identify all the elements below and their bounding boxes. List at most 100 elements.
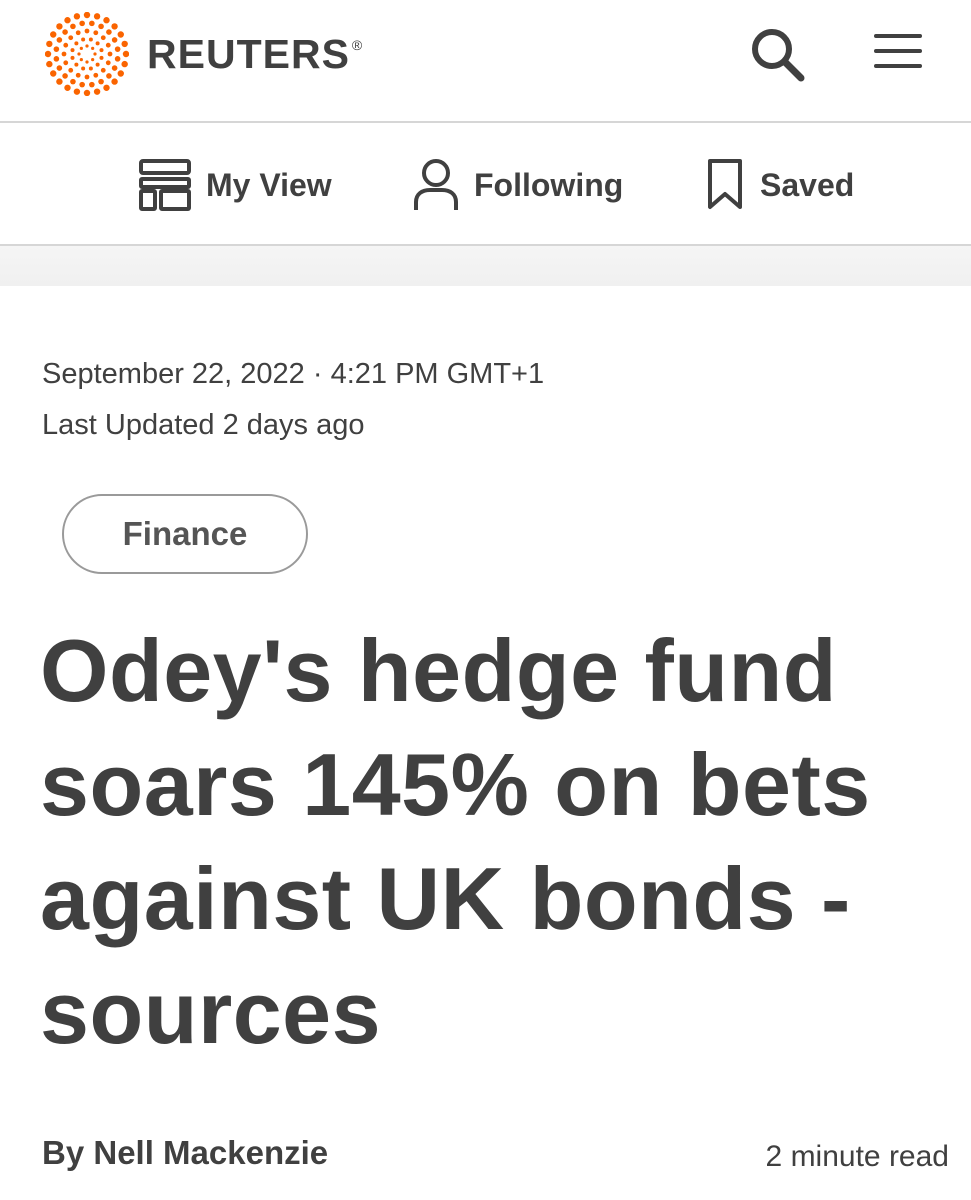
- logo-dot: [89, 81, 95, 88]
- logo-dot: [103, 17, 110, 24]
- logo-dot: [56, 23, 63, 30]
- logo-dot: [64, 17, 71, 24]
- search-icon: [752, 29, 805, 82]
- logo-dot: [64, 84, 71, 91]
- nav-following[interactable]: Following: [412, 157, 623, 213]
- logo-dot: [75, 72, 81, 78]
- nav-my-view-label: My View: [206, 166, 332, 203]
- logo-dot: [56, 78, 63, 85]
- logo-dot: [56, 37, 63, 43]
- category-tag[interactable]: Finance: [62, 494, 308, 574]
- logo-dot: [89, 20, 95, 27]
- logo-dot: [50, 31, 57, 38]
- logo-dot: [100, 35, 106, 41]
- logo-dot: [91, 58, 95, 62]
- article-headline: Odey's hedge fund soars 145% on bets aga…: [40, 621, 871, 1062]
- logo-dot: [111, 23, 118, 30]
- logo-dot: [81, 37, 86, 42]
- secondary-nav: My View Following Saved: [0, 123, 971, 246]
- logo-dot: [56, 65, 63, 71]
- logo-dot: [99, 55, 104, 60]
- logo-dot: [62, 73, 68, 79]
- logo-dot: [53, 46, 60, 52]
- logo-dot: [68, 35, 74, 41]
- logo-dot: [83, 12, 91, 19]
- logo-dot: [105, 42, 111, 48]
- logo-dot: [53, 56, 60, 62]
- logo-dot: [70, 78, 76, 85]
- logo-dot: [95, 62, 100, 67]
- logo-dot: [85, 44, 89, 48]
- nav-my-view[interactable]: My View: [138, 157, 332, 213]
- logo-dot: [74, 62, 79, 67]
- logo-dot: [107, 51, 113, 57]
- byline: By Nell Mackenzie: [42, 1134, 328, 1172]
- nav-following-label: Following: [474, 166, 624, 203]
- logo-dot: [70, 23, 76, 30]
- author-link[interactable]: Nell Mackenzie: [93, 1134, 328, 1171]
- logo-dot: [50, 70, 57, 77]
- logo-dot: [98, 78, 104, 85]
- divider-band: [0, 246, 971, 286]
- logo-dot: [61, 51, 67, 57]
- logo-dot: [70, 48, 75, 53]
- nav-saved-label: Saved: [760, 166, 855, 203]
- logo-dot: [46, 40, 53, 48]
- layout-icon: [139, 159, 191, 211]
- logo-dot: [73, 88, 81, 95]
- reuters-logo[interactable]: REUTERS ®: [45, 12, 363, 96]
- logo-dot: [99, 48, 104, 53]
- top-header: REUTERS ®: [0, 0, 971, 123]
- logo-dot: [121, 40, 128, 48]
- logo-dot: [111, 65, 118, 71]
- search-button[interactable]: [748, 25, 808, 85]
- published-date: September 22, 2022 · 4:21 PM GMT+1: [42, 358, 545, 390]
- logo-dot: [103, 84, 110, 91]
- logo-dot: [83, 89, 91, 96]
- logo-dot: [79, 46, 83, 50]
- logo-dot: [95, 41, 100, 46]
- read-time: 2 minute read: [765, 1140, 949, 1173]
- logo-dot: [93, 72, 99, 78]
- logo-dot: [46, 60, 53, 68]
- logo-dot: [117, 70, 124, 77]
- logo-dot: [98, 23, 104, 30]
- logo-dot: [74, 41, 79, 46]
- logo-dot: [70, 55, 75, 60]
- logo-dot: [62, 29, 68, 35]
- person-icon: [414, 159, 458, 210]
- nav-saved[interactable]: Saved: [706, 157, 854, 213]
- logo-dot: [106, 29, 112, 35]
- logo-dot: [117, 31, 124, 38]
- logo-dot: [93, 13, 101, 20]
- article-page: REUTERS ® My View Following Saved Septem…: [0, 0, 971, 1200]
- logo-dot: [93, 88, 101, 95]
- logo-dot: [114, 56, 121, 62]
- last-updated: Last Updated 2 days ago: [42, 409, 365, 441]
- logo-dot: [91, 46, 95, 50]
- logo-dot: [79, 20, 85, 27]
- logo-dot: [100, 67, 106, 73]
- brand-name: REUTERS ®: [147, 30, 364, 77]
- byline-prefix: By: [42, 1134, 94, 1171]
- logo-dot: [75, 30, 81, 36]
- menu-button[interactable]: [872, 30, 926, 74]
- logo-dot: [81, 66, 86, 71]
- logo-dot: [79, 81, 85, 88]
- logo-dot: [93, 30, 99, 36]
- logo-dot: [114, 46, 121, 52]
- logo-dot: [79, 58, 83, 62]
- logo-dot: [111, 78, 118, 85]
- logo-dot: [63, 60, 69, 66]
- logo-dot: [121, 60, 128, 68]
- logo-dot: [63, 42, 69, 48]
- reuters-logo-icon: [45, 12, 129, 96]
- hamburger-menu-icon: [874, 34, 922, 68]
- logo-dot: [111, 37, 118, 43]
- logo-dot: [84, 74, 90, 80]
- logo-dot: [85, 60, 89, 64]
- logo-dot: [73, 13, 81, 20]
- logo-dot: [84, 28, 90, 34]
- logo-dot: [106, 73, 112, 79]
- logo-dot: [122, 50, 129, 58]
